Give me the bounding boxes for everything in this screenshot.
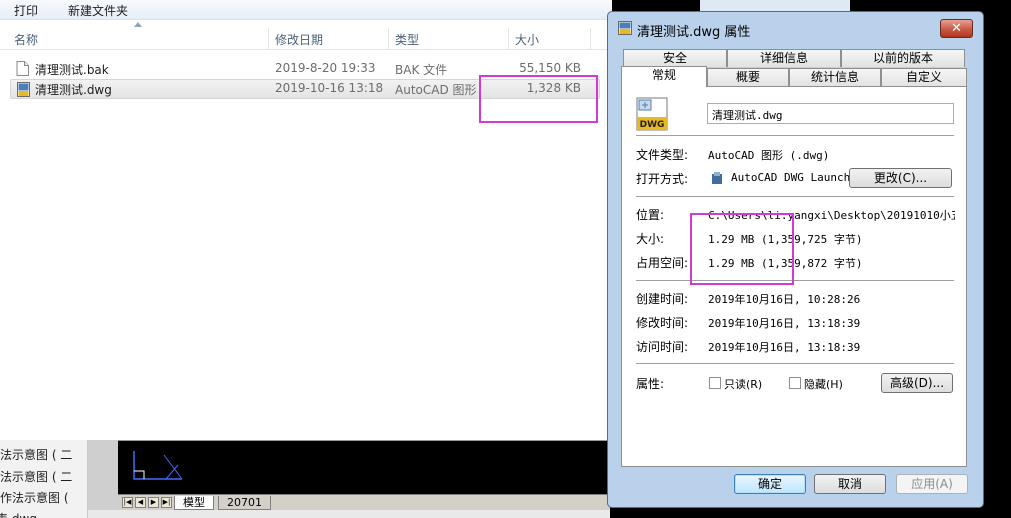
- tab-custom[interactable]: 自定义: [881, 68, 967, 86]
- tab-model[interactable]: 模型: [174, 496, 214, 510]
- column-type[interactable]: 类型: [395, 31, 419, 48]
- list-item[interactable]: 法示意图 ( 二: [0, 446, 72, 463]
- file-type: BAK 文件: [395, 63, 448, 77]
- tab-general[interactable]: 常规: [621, 66, 707, 87]
- advanced-button[interactable]: 高级(D)...: [881, 373, 953, 393]
- accessed-value: 2019年10月16日, 13:18:39: [708, 341, 861, 354]
- file-type-value: AutoCAD 图形 (.dwg): [708, 149, 830, 162]
- dialog-title: 清理测试.dwg 属性: [637, 25, 751, 40]
- column-size[interactable]: 大小: [515, 31, 539, 48]
- column-header: 名称 修改日期 类型 大小: [0, 28, 612, 50]
- highlight-box-dialog-size: [690, 213, 794, 285]
- drawing-list: 法示意图 ( 二 法示意图 ( 二 作法示意图 ( 表.dwg: [0, 440, 88, 518]
- tab-security[interactable]: 安全: [623, 49, 727, 67]
- drawing-preview: [133, 451, 183, 480]
- autocad-launcher-icon: [712, 172, 722, 184]
- next-tab-icon[interactable]: ▶: [148, 497, 159, 508]
- sort-ascending-icon: [134, 22, 142, 27]
- tab-details[interactable]: 详细信息: [727, 49, 841, 67]
- hidden-label[interactable]: 隐藏(H): [804, 376, 843, 392]
- last-tab-icon[interactable]: ▶|: [161, 497, 172, 508]
- readonly-checkbox[interactable]: [709, 377, 721, 389]
- new-folder-button[interactable]: 新建文件夹: [68, 2, 128, 19]
- general-panel: [621, 86, 967, 467]
- tab-summary[interactable]: 概要: [707, 68, 789, 86]
- file-modified: 2019-10-16 13:18: [275, 81, 384, 95]
- modified-value: 2019年10月16日, 13:18:39: [708, 317, 861, 330]
- first-tab-icon[interactable]: |◀: [122, 497, 133, 508]
- attributes-label: 属性:: [636, 377, 665, 391]
- drawing-canvas[interactable]: [118, 440, 610, 494]
- hidden-checkbox[interactable]: [789, 377, 801, 389]
- explorer-toolbar: 打印 新建文件夹: [0, 0, 612, 20]
- readonly-label[interactable]: 只读(R): [724, 376, 762, 392]
- filename-input[interactable]: 清理测试.dwg: [707, 103, 954, 124]
- open-with-label: 打开方式:: [636, 172, 689, 186]
- location-label: 位置:: [636, 208, 665, 222]
- dwg-icon-label: DWG: [640, 120, 665, 130]
- highlight-box-size: [479, 75, 598, 123]
- window-titlebar-strip: [700, 0, 850, 11]
- dwg-file-large-icon: DWG: [636, 97, 668, 131]
- tab-layout[interactable]: 20701: [218, 496, 271, 510]
- list-item[interactable]: 法示意图 ( 二: [0, 468, 72, 485]
- blank-file-icon: [16, 61, 29, 76]
- dwg-file-icon: [17, 82, 30, 97]
- file-name: 清理测试.bak: [35, 63, 109, 77]
- list-item[interactable]: 作法示意图 (: [0, 489, 69, 506]
- close-icon: ✕: [951, 21, 962, 36]
- tab-previous-versions[interactable]: 以前的版本: [841, 49, 965, 67]
- file-name: 清理测试.dwg: [35, 83, 112, 97]
- list-item[interactable]: 表.dwg: [0, 510, 37, 518]
- panel-divider: [88, 440, 118, 518]
- size-on-disk-label: 占用空间:: [636, 256, 689, 270]
- open-with-value: AutoCAD DWG Launche: [731, 171, 857, 184]
- column-name[interactable]: 名称: [14, 31, 38, 48]
- prev-tab-icon[interactable]: ◀: [135, 497, 146, 508]
- close-button[interactable]: ✕: [940, 19, 973, 38]
- file-size: 55,150 KB: [519, 61, 581, 75]
- accessed-label: 访问时间:: [636, 340, 689, 354]
- modified-label: 修改时间:: [636, 316, 689, 330]
- print-button[interactable]: 打印: [14, 2, 38, 19]
- cancel-button[interactable]: 取消: [814, 474, 886, 494]
- file-type-label: 文件类型:: [636, 148, 689, 162]
- file-explorer: 打印 新建文件夹 名称 修改日期 类型 大小 清理测试.bak 2019-8-2…: [0, 0, 612, 440]
- change-button[interactable]: 更改(C)...: [849, 168, 952, 188]
- size-label: 大小:: [636, 232, 665, 246]
- created-value: 2019年10月16日, 10:28:26: [708, 293, 861, 306]
- ok-button[interactable]: 确定: [734, 474, 806, 494]
- layout-tab-bar: |◀ ◀ ▶ ▶| 模型 20701: [118, 494, 610, 510]
- apply-button[interactable]: 应用(A): [896, 474, 968, 494]
- column-modified[interactable]: 修改日期: [275, 31, 323, 48]
- file-modified: 2019-8-20 19:33: [275, 61, 376, 75]
- created-label: 创建时间:: [636, 292, 689, 306]
- file-type: AutoCAD 图形: [395, 83, 477, 97]
- tab-statistics[interactable]: 统计信息: [789, 68, 881, 86]
- dwg-file-icon: [618, 21, 632, 35]
- status-strip: [88, 510, 610, 518]
